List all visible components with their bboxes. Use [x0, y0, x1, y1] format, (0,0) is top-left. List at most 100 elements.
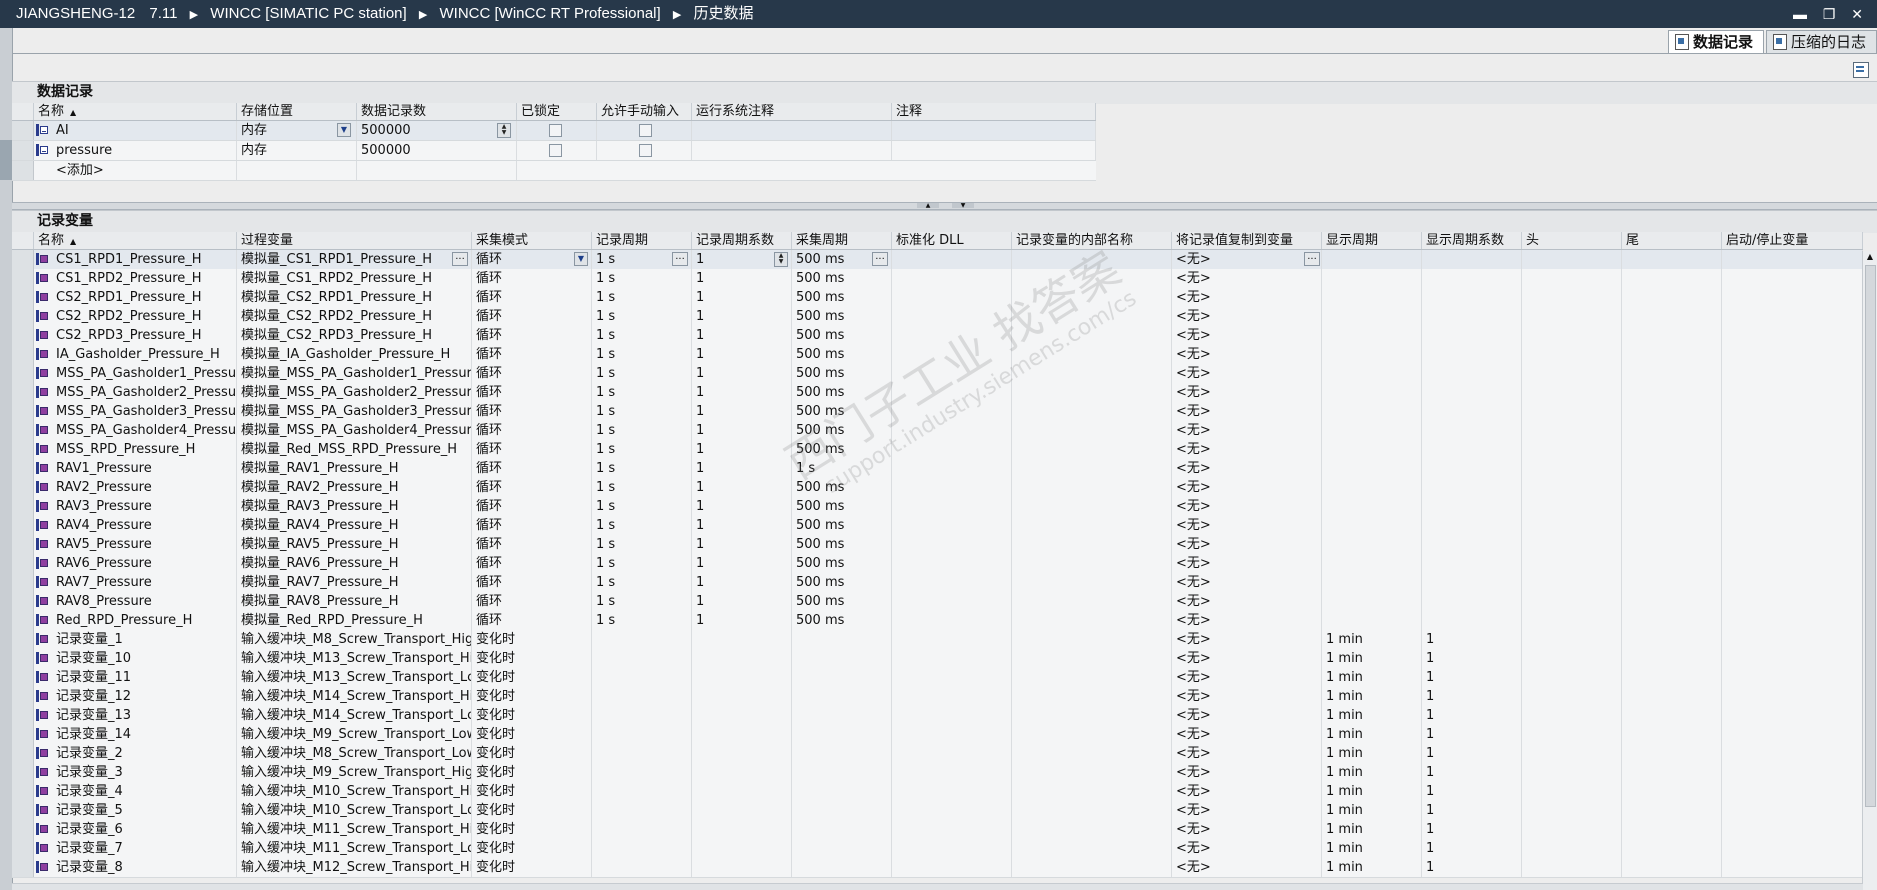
cell-norm-dll[interactable]: [892, 269, 1012, 288]
cell-process-tag[interactable]: 模拟量_RAV3_Pressure_H: [237, 497, 472, 516]
cell-process-tag[interactable]: 模拟量_IA_Gasholder_Pressure_H: [237, 345, 472, 364]
cell-acq-mode[interactable]: 循环: [472, 288, 592, 307]
crumb-runtime[interactable]: WINCC [WinCC RT Professional]: [440, 5, 661, 22]
cell-process-tag[interactable]: 模拟量_CS1_RPD1_Pressure_H: [237, 250, 472, 269]
cell-name[interactable]: 记录变量_3: [52, 763, 237, 782]
cell-copy-to-tag[interactable]: <无>: [1172, 326, 1322, 345]
cell-copy-to-tag[interactable]: <无>: [1172, 801, 1322, 820]
col-process-tag[interactable]: 过程变量: [237, 232, 472, 249]
cell-disp-factor[interactable]: [1422, 326, 1522, 345]
cell-disp-factor[interactable]: [1422, 345, 1522, 364]
cell-name[interactable]: MSS_PA_Gasholder1_Pressure_: [52, 364, 237, 383]
cell-log-cycle[interactable]: 1 s: [592, 364, 692, 383]
cell-internal-name[interactable]: [1012, 782, 1172, 801]
table-row[interactable]: RAV8_Pressure 模拟量_RAV8_Pressure_H 循环 1 s 1 50…: [12, 592, 1863, 612]
cell-norm-dll[interactable]: [892, 478, 1012, 497]
cell-disp-factor[interactable]: 1: [1422, 630, 1522, 649]
cell-start-stop[interactable]: [1722, 364, 1863, 383]
cell-norm-dll[interactable]: [892, 421, 1012, 440]
browse-cycle-button[interactable]: ...: [672, 252, 688, 266]
table-row[interactable]: 记录变量_10 输入缓冲块_M13_Screw_Transport_Hi 变化时 <无…: [12, 649, 1863, 669]
col-acq-cycle[interactable]: 采集周期: [792, 232, 892, 249]
table-row[interactable]: MSS_PA_Gasholder1_Pressure_ 模拟量_MSS_PA_Ga…: [12, 364, 1863, 384]
cell-acq-cycle[interactable]: 1 s: [792, 459, 892, 478]
cell-name[interactable]: 记录变量_1: [52, 630, 237, 649]
cell-copy-to-tag[interactable]: <无>: [1172, 440, 1322, 459]
cell-tail[interactable]: [1622, 402, 1722, 421]
cell-disp-factor[interactable]: 1: [1422, 725, 1522, 744]
cell-norm-dll[interactable]: [892, 307, 1012, 326]
cell-process-tag[interactable]: 输入缓冲块_M10_Screw_Transport_Lc: [237, 801, 472, 820]
window-controls[interactable]: ▬ ❐ ✕: [1793, 0, 1869, 28]
scroll-thumb[interactable]: [1865, 265, 1876, 807]
row-header[interactable]: [12, 554, 34, 573]
cell-tail[interactable]: [1622, 820, 1722, 839]
cell-log-cycle[interactable]: 1 s: [592, 421, 692, 440]
cell-disp-cycle[interactable]: [1322, 250, 1422, 269]
table-row[interactable]: 记录变量_14 输入缓冲块_M9_Screw_Transport_Low 变化时 <无…: [12, 725, 1863, 745]
cell-tail[interactable]: [1622, 326, 1722, 345]
row-header[interactable]: [12, 459, 34, 478]
cell-acq-mode[interactable]: 变化时: [472, 801, 592, 820]
horizontal-scrollbar[interactable]: [12, 883, 1863, 890]
cell-disp-factor[interactable]: 1: [1422, 839, 1522, 858]
cell-log-cycle[interactable]: 1 s: [592, 573, 692, 592]
cell-head[interactable]: [1522, 288, 1622, 307]
cell-start-stop[interactable]: [1722, 516, 1863, 535]
cell-tail[interactable]: [1622, 307, 1722, 326]
cell-norm-dll[interactable]: [892, 288, 1012, 307]
cell-copy-to-tag[interactable]: <无>: [1172, 497, 1322, 516]
cell-internal-name[interactable]: [1012, 459, 1172, 478]
cell-disp-cycle[interactable]: 1 min: [1322, 839, 1422, 858]
cell-tail[interactable]: [1622, 269, 1722, 288]
cell-norm-dll[interactable]: [892, 345, 1012, 364]
table-row[interactable]: RAV3_Pressure 模拟量_RAV3_Pressure_H 循环 1 s 1 50…: [12, 497, 1863, 517]
cell-norm-dll[interactable]: [892, 516, 1012, 535]
cell-acq-mode[interactable]: 循环: [472, 573, 592, 592]
cell-log-cycle[interactable]: [592, 687, 692, 706]
cell-start-stop[interactable]: [1722, 307, 1863, 326]
cell-norm-dll[interactable]: [892, 440, 1012, 459]
row-header[interactable]: [12, 630, 34, 649]
cell-copy-to-tag[interactable]: <无>: [1172, 573, 1322, 592]
cell-process-tag[interactable]: 输入缓冲块_M8_Screw_Transport_Hig: [237, 630, 472, 649]
cell-acq-cycle[interactable]: [792, 668, 892, 687]
table-row[interactable]: 记录变量_13 输入缓冲块_M14_Screw_Transport_Lc 变化时 <无…: [12, 706, 1863, 726]
cell-comment[interactable]: [892, 121, 1096, 140]
cell-internal-name[interactable]: [1012, 839, 1172, 858]
cell-acq-mode[interactable]: 变化时: [472, 630, 592, 649]
cell-name[interactable]: CS1_RPD2_Pressure_H: [52, 269, 237, 288]
cell-process-tag[interactable]: 输入缓冲块_M13_Screw_Transport_Hi: [237, 649, 472, 668]
cell-process-tag[interactable]: 模拟量_Red_RPD_Pressure_H: [237, 611, 472, 630]
row-header[interactable]: [12, 858, 34, 877]
cell-log-factor[interactable]: 1: [692, 478, 792, 497]
cell-process-tag[interactable]: 模拟量_CS2_RPD2_Pressure_H: [237, 307, 472, 326]
cell-process-tag[interactable]: 模拟量_RAV1_Pressure_H: [237, 459, 472, 478]
row-header[interactable]: [12, 725, 34, 744]
cell-copy-to-tag[interactable]: <无>: [1172, 630, 1322, 649]
cell-log-cycle[interactable]: [592, 668, 692, 687]
spinner-icon[interactable]: ▲ ▼: [774, 252, 788, 267]
cell-process-tag[interactable]: 模拟量_RAV7_Pressure_H: [237, 573, 472, 592]
col-log-cycle[interactable]: 记录周期: [592, 232, 692, 249]
cell-process-tag[interactable]: 输入缓冲块_M8_Screw_Transport_Low: [237, 744, 472, 763]
cell-norm-dll[interactable]: [892, 820, 1012, 839]
row-header[interactable]: [12, 744, 34, 763]
cell-tail[interactable]: [1622, 383, 1722, 402]
browse-tag-button[interactable]: ...: [452, 252, 468, 266]
cell-disp-cycle[interactable]: 1 min: [1322, 630, 1422, 649]
cell-process-tag[interactable]: 输入缓冲块_M13_Screw_Transport_Lc: [237, 668, 472, 687]
cell-acq-mode[interactable]: 变化时: [472, 649, 592, 668]
cell-disp-cycle[interactable]: [1322, 592, 1422, 611]
cell-log-cycle[interactable]: 1 s: [592, 535, 692, 554]
cell-start-stop[interactable]: [1722, 478, 1863, 497]
cell-head[interactable]: [1522, 801, 1622, 820]
cell-log-cycle[interactable]: 1 s: [592, 611, 692, 630]
cell-disp-cycle[interactable]: [1322, 573, 1422, 592]
cell-name[interactable]: IA_Gasholder_Pressure_H: [52, 345, 237, 364]
pane-splitter[interactable]: ▲ ▼: [12, 202, 1877, 210]
col-start-stop[interactable]: 启动/停止变量: [1722, 232, 1863, 249]
cell-head[interactable]: [1522, 269, 1622, 288]
cell-disp-cycle[interactable]: 1 min: [1322, 820, 1422, 839]
cell-name[interactable]: RAV1_Pressure: [52, 459, 237, 478]
